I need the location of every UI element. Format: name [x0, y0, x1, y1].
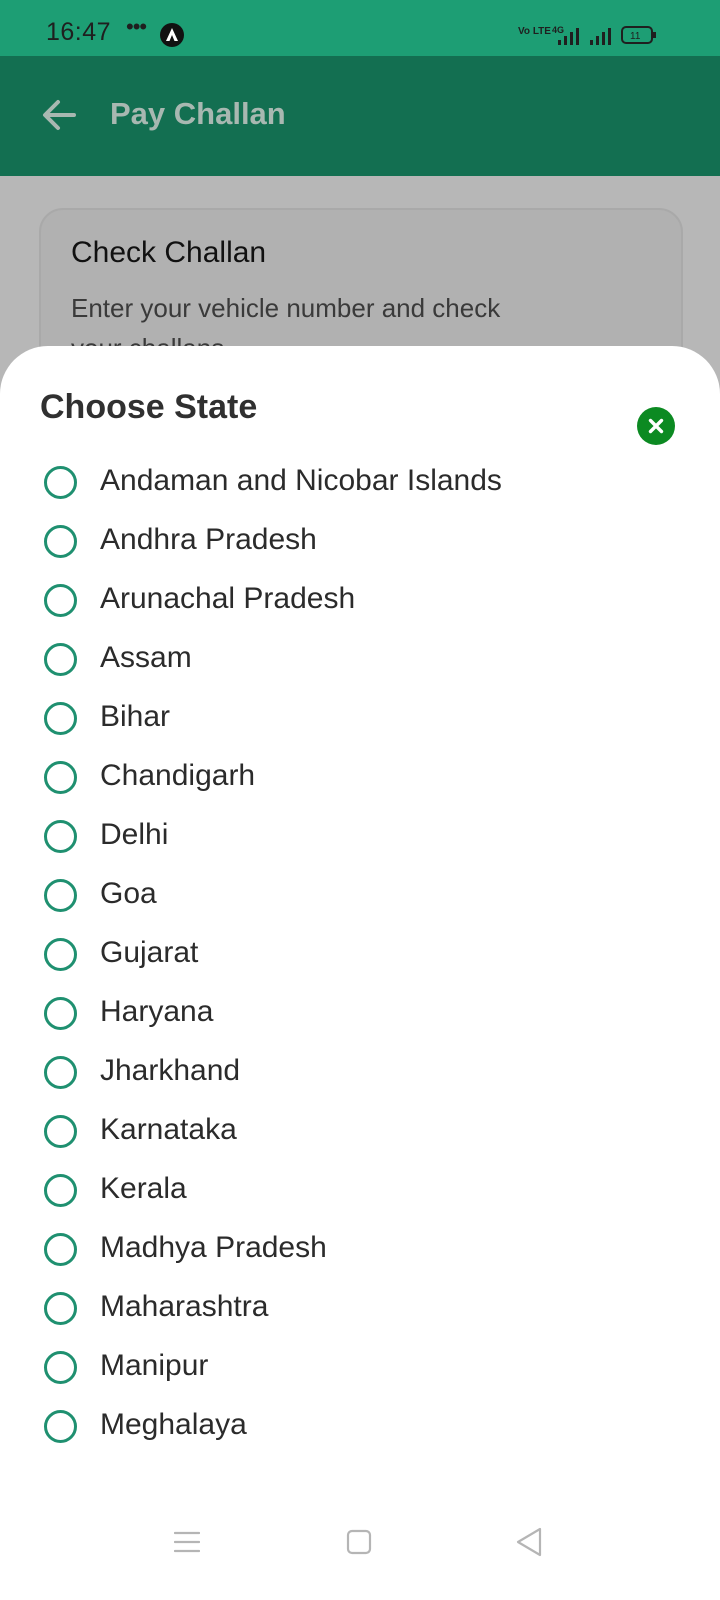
- check-challan-title: Check Challan: [71, 236, 267, 269]
- state-option-label: Kerala: [100, 1172, 187, 1205]
- signal-icon: [590, 28, 611, 45]
- state-option[interactable]: Manipur: [0, 1341, 720, 1400]
- radio-button[interactable]: [44, 1056, 77, 1089]
- state-option[interactable]: Bihar: [0, 692, 720, 751]
- state-option[interactable]: Kerala: [0, 1164, 720, 1223]
- radio-button[interactable]: [44, 643, 77, 676]
- screen: 16:47 ••• Vo LTE 4G 11 Pay Challan Check…: [0, 0, 720, 1600]
- page-title: Pay Challan: [110, 96, 286, 131]
- status-more-dots: •••: [126, 14, 147, 39]
- state-option-label: Gujarat: [100, 936, 199, 969]
- radio-button[interactable]: [44, 1115, 77, 1148]
- state-option[interactable]: Jharkhand: [0, 1046, 720, 1105]
- state-option-label: Andhra Pradesh: [100, 523, 317, 556]
- state-option[interactable]: Delhi: [0, 810, 720, 869]
- battery-icon: 11: [621, 26, 656, 44]
- state-option[interactable]: Haryana: [0, 987, 720, 1046]
- volte-icon: Vo LTE: [518, 26, 551, 37]
- state-option-label: Chandigarh: [100, 759, 256, 792]
- back-icon[interactable]: [514, 1526, 544, 1558]
- state-option[interactable]: Chandigarh: [0, 751, 720, 810]
- state-option-label: Delhi: [100, 818, 169, 851]
- state-list: Andaman and Nicobar Islands Andhra Prades…: [0, 456, 720, 1459]
- radio-button[interactable]: [44, 466, 77, 499]
- back-arrow-icon[interactable]: [38, 94, 80, 136]
- radio-button[interactable]: [44, 584, 77, 617]
- status-time: 16:47: [46, 18, 112, 46]
- state-option[interactable]: Gujarat: [0, 928, 720, 987]
- signal-4g-icon: 4G: [552, 25, 579, 45]
- sheet-title: Choose State: [40, 388, 258, 426]
- close-icon: [648, 418, 664, 434]
- radio-button[interactable]: [44, 1292, 77, 1325]
- state-option-label: Madhya Pradesh: [100, 1231, 327, 1264]
- radio-button[interactable]: [44, 820, 77, 853]
- state-option-label: Maharashtra: [100, 1290, 269, 1323]
- radio-button[interactable]: [44, 702, 77, 735]
- radio-button[interactable]: [44, 879, 77, 912]
- state-option-label: Arunachal Pradesh: [100, 582, 356, 615]
- state-option[interactable]: Meghalaya: [0, 1400, 720, 1459]
- status-icons: Vo LTE 4G 11: [518, 25, 656, 45]
- state-option[interactable]: Goa: [0, 869, 720, 928]
- choose-state-sheet: Choose State Andaman and Nicobar Islands…: [0, 346, 720, 1600]
- menu-icon[interactable]: [174, 1530, 200, 1554]
- state-option[interactable]: Madhya Pradesh: [0, 1223, 720, 1282]
- state-option-label: Meghalaya: [100, 1408, 247, 1441]
- state-option-label: Goa: [100, 877, 157, 910]
- state-option[interactable]: Karnataka: [0, 1105, 720, 1164]
- state-option[interactable]: Andaman and Nicobar Islands: [0, 456, 720, 515]
- radio-button[interactable]: [44, 1174, 77, 1207]
- state-option-label: Bihar: [100, 700, 171, 733]
- system-nav-bar: [0, 1506, 720, 1600]
- state-option-label: Jharkhand: [100, 1054, 241, 1087]
- home-icon[interactable]: [346, 1529, 372, 1555]
- radio-button[interactable]: [44, 1410, 77, 1443]
- state-option-label: Karnataka: [100, 1113, 237, 1146]
- app-bar: Pay Challan: [0, 56, 720, 176]
- state-option[interactable]: Arunachal Pradesh: [0, 574, 720, 633]
- radio-button[interactable]: [44, 938, 77, 971]
- state-option-label: Haryana: [100, 995, 214, 1028]
- close-button[interactable]: [637, 407, 675, 445]
- svg-text:Vo LTE: Vo LTE: [518, 26, 551, 37]
- radio-button[interactable]: [44, 761, 77, 794]
- radio-button[interactable]: [44, 1351, 77, 1384]
- state-option-label: Andaman and Nicobar Islands: [100, 464, 502, 497]
- radio-button[interactable]: [44, 997, 77, 1030]
- svg-text:11: 11: [630, 31, 641, 42]
- state-option[interactable]: Maharashtra: [0, 1282, 720, 1341]
- state-option[interactable]: Assam: [0, 633, 720, 692]
- svg-text:4G: 4G: [552, 25, 564, 35]
- state-option-label: Assam: [100, 641, 192, 674]
- radio-button[interactable]: [44, 1233, 77, 1266]
- state-option[interactable]: Andhra Pradesh: [0, 515, 720, 574]
- app-notification-icon: [160, 23, 184, 47]
- status-bar: 16:47 ••• Vo LTE 4G 11: [0, 0, 720, 56]
- state-option-label: Manipur: [100, 1349, 209, 1382]
- radio-button[interactable]: [44, 525, 77, 558]
